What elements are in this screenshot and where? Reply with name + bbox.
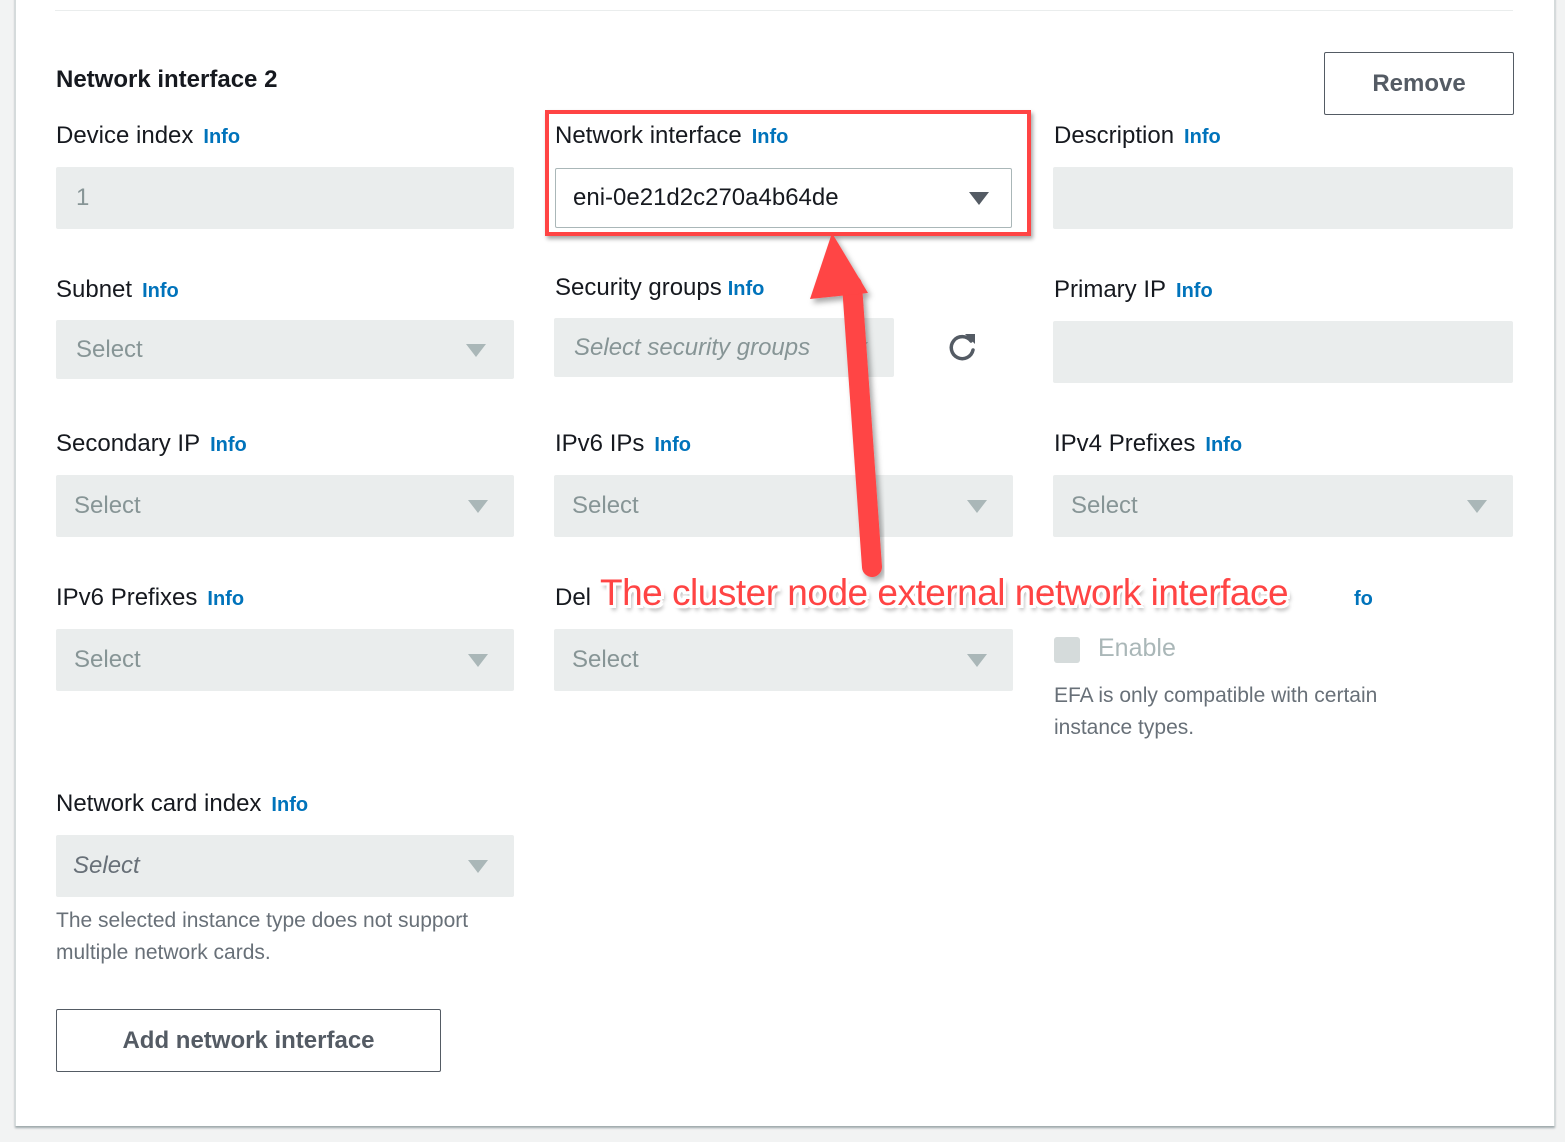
- info-link[interactable]: Info: [1184, 126, 1221, 148]
- info-link[interactable]: Info: [728, 278, 765, 300]
- caret-down-icon: [466, 343, 486, 357]
- info-link[interactable]: Info: [1205, 434, 1242, 456]
- info-link[interactable]: Info: [210, 434, 247, 456]
- caret-down-icon: [468, 860, 488, 873]
- delete-on-termination-label: Del: [555, 584, 592, 611]
- ipv6-prefixes-select[interactable]: Select: [56, 629, 514, 691]
- description-input[interactable]: [1053, 167, 1513, 229]
- info-link[interactable]: Info: [271, 794, 308, 816]
- caret-down-icon: [967, 500, 987, 513]
- caret-down-icon: [468, 654, 488, 667]
- caret-down-icon: [1467, 500, 1487, 513]
- secondary-ip-label: Secondary IP Info: [56, 430, 247, 457]
- refresh-icon[interactable]: [944, 330, 980, 366]
- delete-on-termination-select[interactable]: Select: [554, 629, 1013, 691]
- device-index-input[interactable]: 1: [56, 167, 514, 229]
- caret-down-icon: [967, 654, 987, 667]
- ipv4-prefixes-select[interactable]: Select: [1053, 475, 1513, 537]
- security-groups-label: Security groups Info: [555, 274, 765, 301]
- info-link[interactable]: Info: [207, 588, 244, 610]
- subnet-label: Subnet Info: [56, 276, 179, 303]
- divider: [55, 10, 1513, 11]
- primary-ip-input[interactable]: [1053, 321, 1513, 383]
- annotation-highlight-box: [545, 110, 1031, 236]
- annotation-arrow-icon: [810, 233, 882, 577]
- ipv6-prefixes-label: IPv6 Prefixes Info: [56, 584, 245, 611]
- device-index-label: Device index Info: [56, 122, 241, 149]
- network-card-index-select[interactable]: Select: [56, 835, 514, 897]
- efa-enable-checkbox[interactable]: [1054, 637, 1080, 663]
- info-link[interactable]: Info: [142, 280, 179, 302]
- info-link[interactable]: Info: [654, 434, 691, 456]
- efa-enable-label: Enable: [1098, 634, 1176, 662]
- network-card-index-label: Network card index Info: [56, 790, 309, 817]
- ipv4-prefixes-label: IPv4 Prefixes Info: [1054, 430, 1243, 457]
- efa-info-link[interactable]: fo: [1354, 588, 1373, 611]
- efa-help-text: EFA is only compatible with certain inst…: [1054, 684, 1378, 739]
- section-title: Network interface 2: [56, 66, 278, 93]
- primary-ip-label: Primary IP Info: [1054, 276, 1213, 303]
- annotation-label: The cluster node external network interf…: [600, 572, 1289, 613]
- secondary-ip-select[interactable]: Select: [56, 475, 514, 537]
- info-link[interactable]: Info: [1176, 280, 1213, 302]
- ipv6-ips-label: IPv6 IPs Info: [555, 430, 692, 457]
- add-network-interface-button[interactable]: Add network interface: [56, 1009, 441, 1072]
- remove-button[interactable]: Remove: [1324, 52, 1514, 115]
- caret-down-icon: [468, 500, 488, 513]
- network-card-help-text: The selected instance type does not supp…: [56, 909, 469, 964]
- subnet-select[interactable]: Select: [56, 320, 514, 379]
- description-label: Description Info: [1054, 122, 1221, 149]
- info-link[interactable]: Info: [203, 126, 240, 148]
